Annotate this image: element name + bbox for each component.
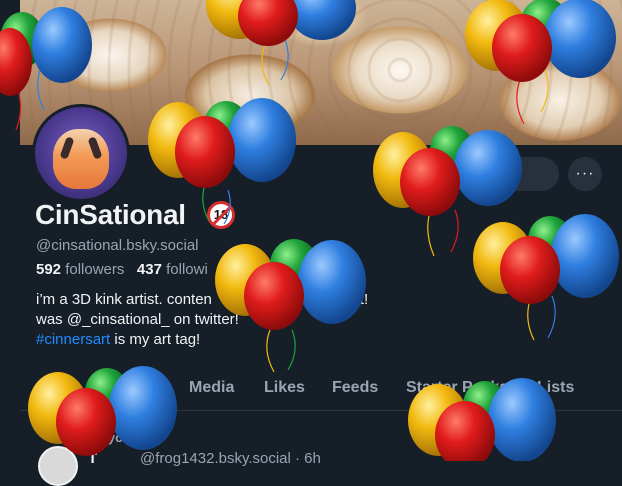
- tab-lists[interactable]: Lists: [537, 379, 574, 397]
- bio-line-1: i’m a 3D kink artist. conten: [36, 291, 212, 308]
- post-author-handle[interactable]: @frog1432.bsky.social · 6h: [140, 450, 321, 467]
- following-label: followi: [166, 261, 208, 278]
- balloon-cluster-icon: [373, 126, 522, 257]
- following-count: 437: [136, 261, 162, 278]
- repost-indicator: y you: [97, 430, 131, 445]
- left-gutter: [0, 0, 20, 461]
- bio-line-2: was @_cinsational_ on twitter!: [36, 311, 239, 328]
- post-author-avatar[interactable]: [38, 446, 78, 486]
- balloon-cluster-icon: [473, 214, 619, 341]
- bio-line-3: is my art tag!: [110, 331, 201, 348]
- followers-label: followers: [65, 261, 125, 278]
- profile-bio: i’m a 3D kink artist. conten nd incest! w…: [36, 290, 476, 350]
- feed-post[interactable]: y you T @frog1432.bsky.social · 6h: [20, 411, 622, 486]
- followers-count: 592: [36, 261, 62, 278]
- tiger-face-graphic: [53, 129, 109, 189]
- followers-link[interactable]: 592 followers: [36, 261, 124, 278]
- badge-label: 18: [213, 207, 229, 222]
- adult-content-badge-icon: 18: [207, 201, 235, 229]
- profile-handle[interactable]: @cinsational.bsky.social: [36, 237, 199, 254]
- post-author-name[interactable]: T: [88, 450, 97, 467]
- tab-starter-packs[interactable]: Starter Packs: [406, 379, 508, 397]
- bio-hashtag-link[interactable]: #cinnersart: [36, 331, 110, 348]
- follow-stats: 592 followers 437 followi: [36, 261, 208, 278]
- tab-likes[interactable]: Likes: [264, 379, 305, 397]
- profile-tabs: Media Likes Feeds Starter Packs Lists: [20, 370, 622, 411]
- display-name: CinSational: [35, 199, 186, 230]
- following-link[interactable]: 437 followi: [137, 261, 208, 278]
- tab-feeds[interactable]: Feeds: [332, 379, 378, 397]
- bio-line-1-end: nd incest!: [303, 291, 369, 308]
- edit-profile-button[interactable]: rofile: [455, 157, 559, 191]
- more-options-button[interactable]: ···: [568, 157, 602, 191]
- profile-avatar[interactable]: [32, 104, 130, 202]
- tab-media[interactable]: Media: [189, 379, 234, 397]
